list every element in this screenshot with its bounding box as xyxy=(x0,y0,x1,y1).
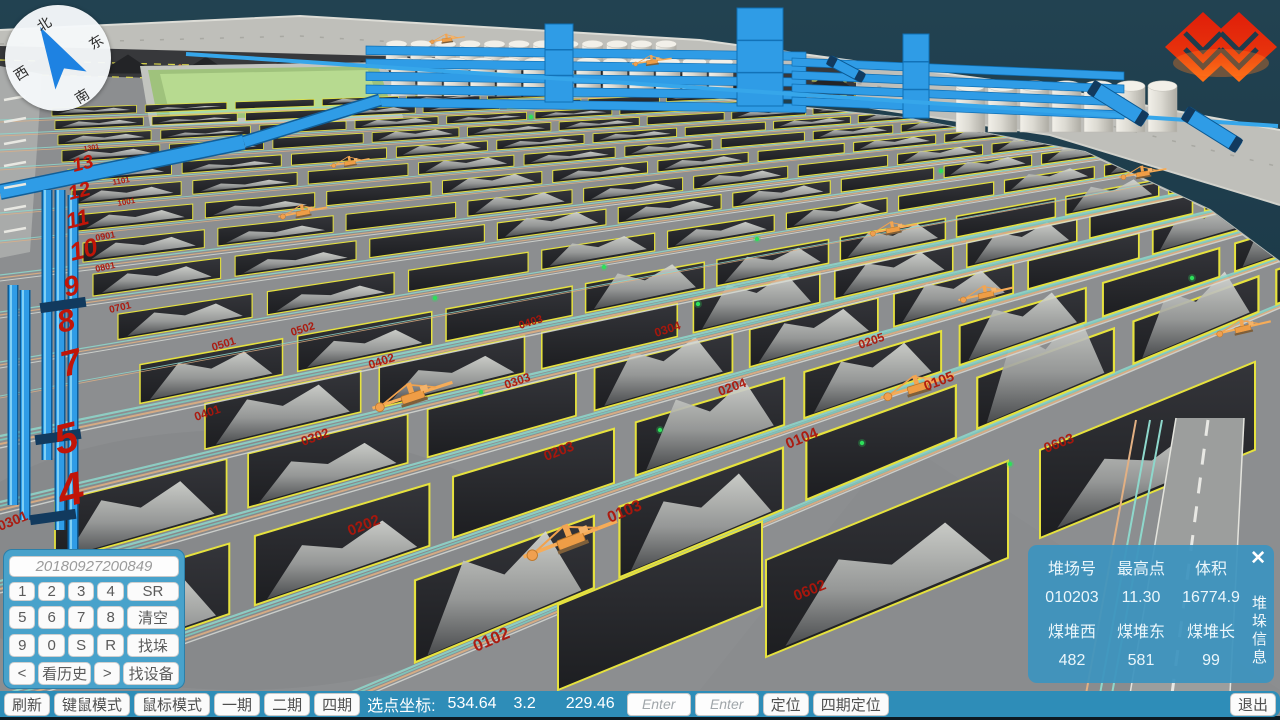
pile-info-side-label: 堆垛信息 xyxy=(1248,595,1269,667)
phase2-button[interactable]: 二期 xyxy=(264,693,310,716)
status-dot xyxy=(433,296,437,300)
refresh-button[interactable]: 刷新 xyxy=(4,693,50,716)
key-9[interactable]: 9 xyxy=(9,634,35,657)
pile-info-grid: 堆场号 最高点 体积 010203 11.30 16774.9 煤堆西 煤堆东 … xyxy=(1036,551,1236,677)
history-prev-button[interactable]: < xyxy=(9,662,35,685)
yard-number-value: 010203 xyxy=(1036,589,1108,607)
pile-search-keypad-panel: 1 2 3 4 SR 5 6 7 8 清空 9 0 S R 找垛 < 看历史 >… xyxy=(3,549,185,689)
key-5[interactable]: 5 xyxy=(9,606,35,629)
highest-point-value: 11.30 xyxy=(1108,589,1174,607)
keyboard-mouse-mode-button[interactable]: 键鼠模式 xyxy=(54,693,130,716)
status-dot xyxy=(755,237,759,241)
key-7[interactable]: 7 xyxy=(68,606,94,629)
view-history-button[interactable]: 看历史 xyxy=(38,662,91,685)
status-dot xyxy=(529,115,533,119)
mouse-mode-button[interactable]: 鼠标模式 xyxy=(134,693,210,716)
coord-label: 选点坐标: xyxy=(367,692,435,716)
key-2[interactable]: 2 xyxy=(38,582,64,601)
key-1[interactable]: 1 xyxy=(9,582,35,601)
phase4-button[interactable]: 四期 xyxy=(314,693,360,716)
coord-enter-input-1[interactable] xyxy=(627,693,691,716)
status-dot xyxy=(602,265,606,269)
key-r[interactable]: R xyxy=(97,634,123,657)
status-dot xyxy=(860,441,864,445)
close-icon[interactable]: ✕ xyxy=(1250,547,1266,570)
pile-info-panel: ✕ 堆场号 最高点 体积 010203 11.30 16774.9 煤堆西 煤堆… xyxy=(1028,545,1274,683)
key-3[interactable]: 3 xyxy=(68,582,94,601)
key-8[interactable]: 8 xyxy=(97,606,123,629)
exit-button[interactable]: 退出 xyxy=(1230,693,1276,716)
status-dot xyxy=(1008,462,1012,466)
coord-x-value: 534.64 xyxy=(448,695,497,713)
key-s[interactable]: S xyxy=(68,634,94,657)
status-dot xyxy=(939,169,943,173)
highest-point-header: 最高点 xyxy=(1108,555,1174,579)
status-dot xyxy=(479,390,483,394)
compass-arrow-icon xyxy=(5,5,111,111)
locate-button[interactable]: 定位 xyxy=(763,693,809,716)
key-0[interactable]: 0 xyxy=(38,634,64,657)
history-timestamp-input[interactable] xyxy=(9,556,179,577)
pile-east-header: 煤堆东 xyxy=(1108,618,1174,642)
key-4[interactable]: 4 xyxy=(97,582,123,601)
yard-number-header: 堆场号 xyxy=(1036,555,1108,579)
clear-button[interactable]: 清空 xyxy=(127,606,179,629)
phase1-button[interactable]: 一期 xyxy=(214,693,260,716)
volume-header: 体积 xyxy=(1174,555,1248,579)
pile-west-header: 煤堆西 xyxy=(1036,618,1108,642)
key-6[interactable]: 6 xyxy=(38,606,64,629)
coord-enter-input-2[interactable] xyxy=(695,693,759,716)
pile-west-value: 482 xyxy=(1036,652,1108,670)
volume-value: 16774.9 xyxy=(1174,589,1248,607)
find-device-button[interactable]: 找设备 xyxy=(123,662,179,685)
coord-y-value: 3.2 xyxy=(513,695,535,713)
pile-length-header: 煤堆长 xyxy=(1174,618,1248,642)
pile-length-value: 99 xyxy=(1174,652,1248,670)
key-sr[interactable]: SR xyxy=(127,582,179,601)
status-dot xyxy=(658,428,662,432)
phase4-locate-button[interactable]: 四期定位 xyxy=(813,693,889,716)
app-window: 0102010301040105020202030204020503010302… xyxy=(0,0,1280,720)
coord-z-value: 229.46 xyxy=(566,695,615,713)
status-dot xyxy=(1190,276,1194,280)
pile-east-value: 581 xyxy=(1108,652,1174,670)
bottom-toolbar: 刷新 键鼠模式 鼠标模式 一期 二期 四期 选点坐标: 534.64 3.2 2… xyxy=(0,691,1280,717)
find-pile-button[interactable]: 找垛 xyxy=(127,634,179,657)
status-dot xyxy=(696,302,700,306)
compass-widget[interactable]: 北 东 西 南 xyxy=(5,5,111,111)
history-next-button[interactable]: > xyxy=(94,662,120,685)
